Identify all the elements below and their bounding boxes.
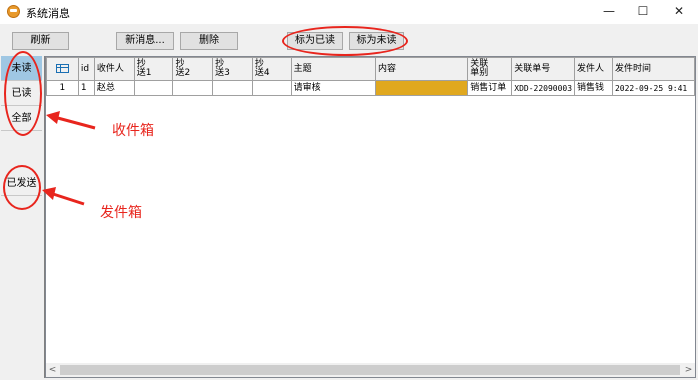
inbox-annotation: 收件箱 [112,123,154,139]
inbox-arrow-icon [46,111,96,130]
annotation-arrows [42,111,96,206]
outbox-arrow-icon [42,187,85,206]
outbox-annotation: 发件箱 [100,205,142,221]
